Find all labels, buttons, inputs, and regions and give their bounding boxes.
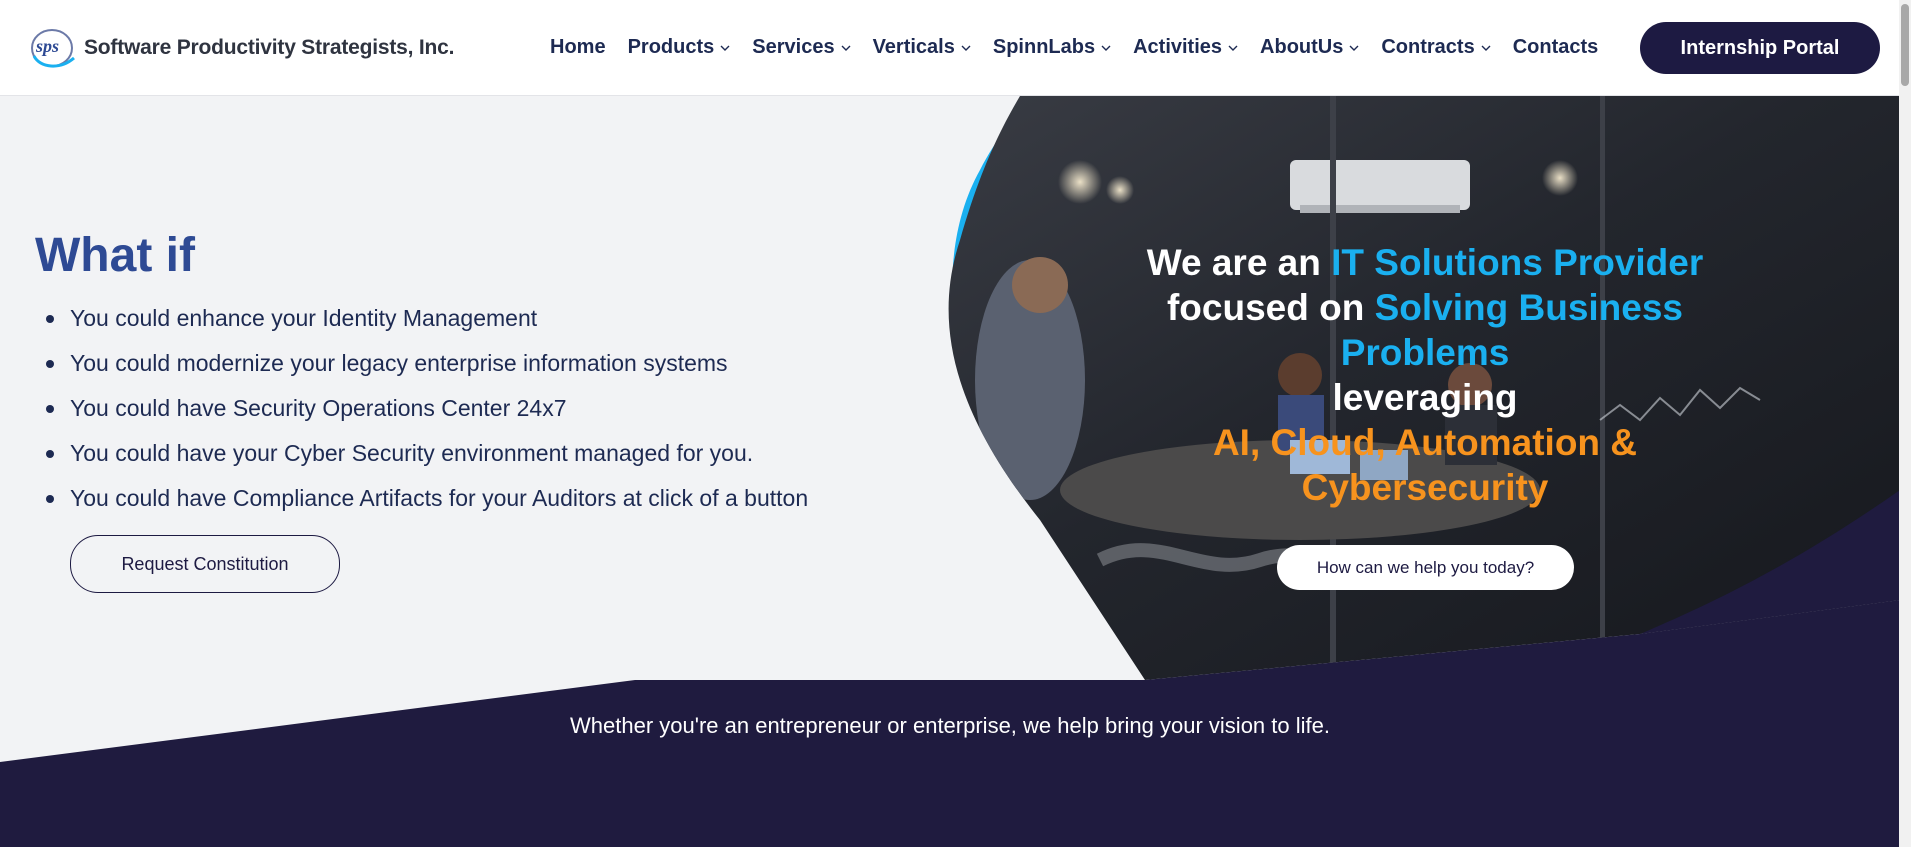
chevron-down-icon — [1481, 45, 1491, 51]
internship-portal-button[interactable]: Internship Portal — [1640, 22, 1880, 74]
nav-label: Verticals — [872, 36, 955, 58]
hero-line-2: focused on Solving Business Problems — [1110, 285, 1740, 375]
list-item: You could have Security Operations Cente… — [44, 390, 808, 435]
nav-label: Contracts — [1381, 36, 1475, 58]
nav-home[interactable]: Home — [550, 36, 606, 59]
tagline: Whether you're an entrepreneur or enterp… — [570, 713, 1330, 738]
page-scrollbar[interactable] — [1899, 0, 1911, 847]
logo[interactable]: sps Software Productivity Strategists, I… — [30, 24, 454, 72]
list-item: You could enhance your Identity Manageme… — [44, 300, 808, 345]
chevron-down-icon — [1101, 45, 1111, 51]
nav-label: Contacts — [1512, 36, 1599, 58]
nav-products[interactable]: Products — [628, 36, 731, 59]
hero-text-white: focused on — [1166, 287, 1375, 328]
chevron-down-icon — [841, 45, 851, 51]
hero-highlight-blue: Solving Business Problems — [1340, 287, 1684, 373]
nav-spinnlabs[interactable]: SpinnLabs — [993, 36, 1111, 59]
site-header: sps Software Productivity Strategists, I… — [0, 0, 1911, 96]
nav-label: Products — [627, 36, 715, 58]
hero-highlight-orange: AI, Cloud, Automation & Cybersecurity — [1212, 422, 1638, 508]
nav-label: AboutUs — [1260, 36, 1344, 58]
list-item: You could have your Cyber Security envir… — [44, 435, 808, 480]
whatif-list: You could enhance your Identity Manageme… — [44, 300, 808, 525]
scrollbar-thumb[interactable] — [1901, 4, 1909, 86]
nav-activities[interactable]: Activities — [1133, 36, 1238, 59]
hero-highlight-blue: IT Solutions Provider — [1331, 242, 1704, 283]
nav-services[interactable]: Services — [752, 36, 851, 59]
hero-line-1: We are an IT Solutions Provider — [1110, 240, 1740, 285]
hero-line-3: leveraging — [1332, 377, 1518, 418]
nav-label: SpinnLabs — [992, 36, 1096, 58]
nav-contacts[interactable]: Contacts — [1513, 36, 1599, 59]
nav-aboutus[interactable]: AboutUs — [1260, 36, 1359, 59]
list-item: You could modernize your legacy enterpri… — [44, 345, 808, 390]
chevron-down-icon — [1228, 45, 1238, 51]
whatif-heading: What if — [35, 229, 195, 282]
chevron-down-icon — [720, 45, 730, 51]
nav-label: Activities — [1133, 36, 1223, 58]
nav-label: Services — [752, 36, 835, 58]
request-constitution-button[interactable]: Request Constitution — [70, 535, 340, 593]
nav-label: Home — [550, 36, 606, 58]
logo-mark-text: sps — [35, 36, 59, 56]
list-item: You could have Compliance Artifacts for … — [44, 480, 808, 525]
company-name: Software Productivity Strategists, Inc. — [84, 36, 455, 59]
hero-text-white: We are an — [1146, 242, 1332, 283]
hero-headline: We are an IT Solutions Provider focused … — [1110, 240, 1740, 510]
nav-verticals[interactable]: Verticals — [873, 36, 971, 59]
sps-logo-icon: sps — [31, 29, 75, 68]
nav-contracts[interactable]: Contracts — [1381, 36, 1491, 59]
chevron-down-icon — [961, 45, 971, 51]
main-nav: Home Products Services Verticals SpinnLa… — [550, 36, 1620, 59]
chevron-down-icon — [1349, 45, 1359, 51]
help-cta-button[interactable]: How can we help you today? — [1277, 545, 1574, 590]
